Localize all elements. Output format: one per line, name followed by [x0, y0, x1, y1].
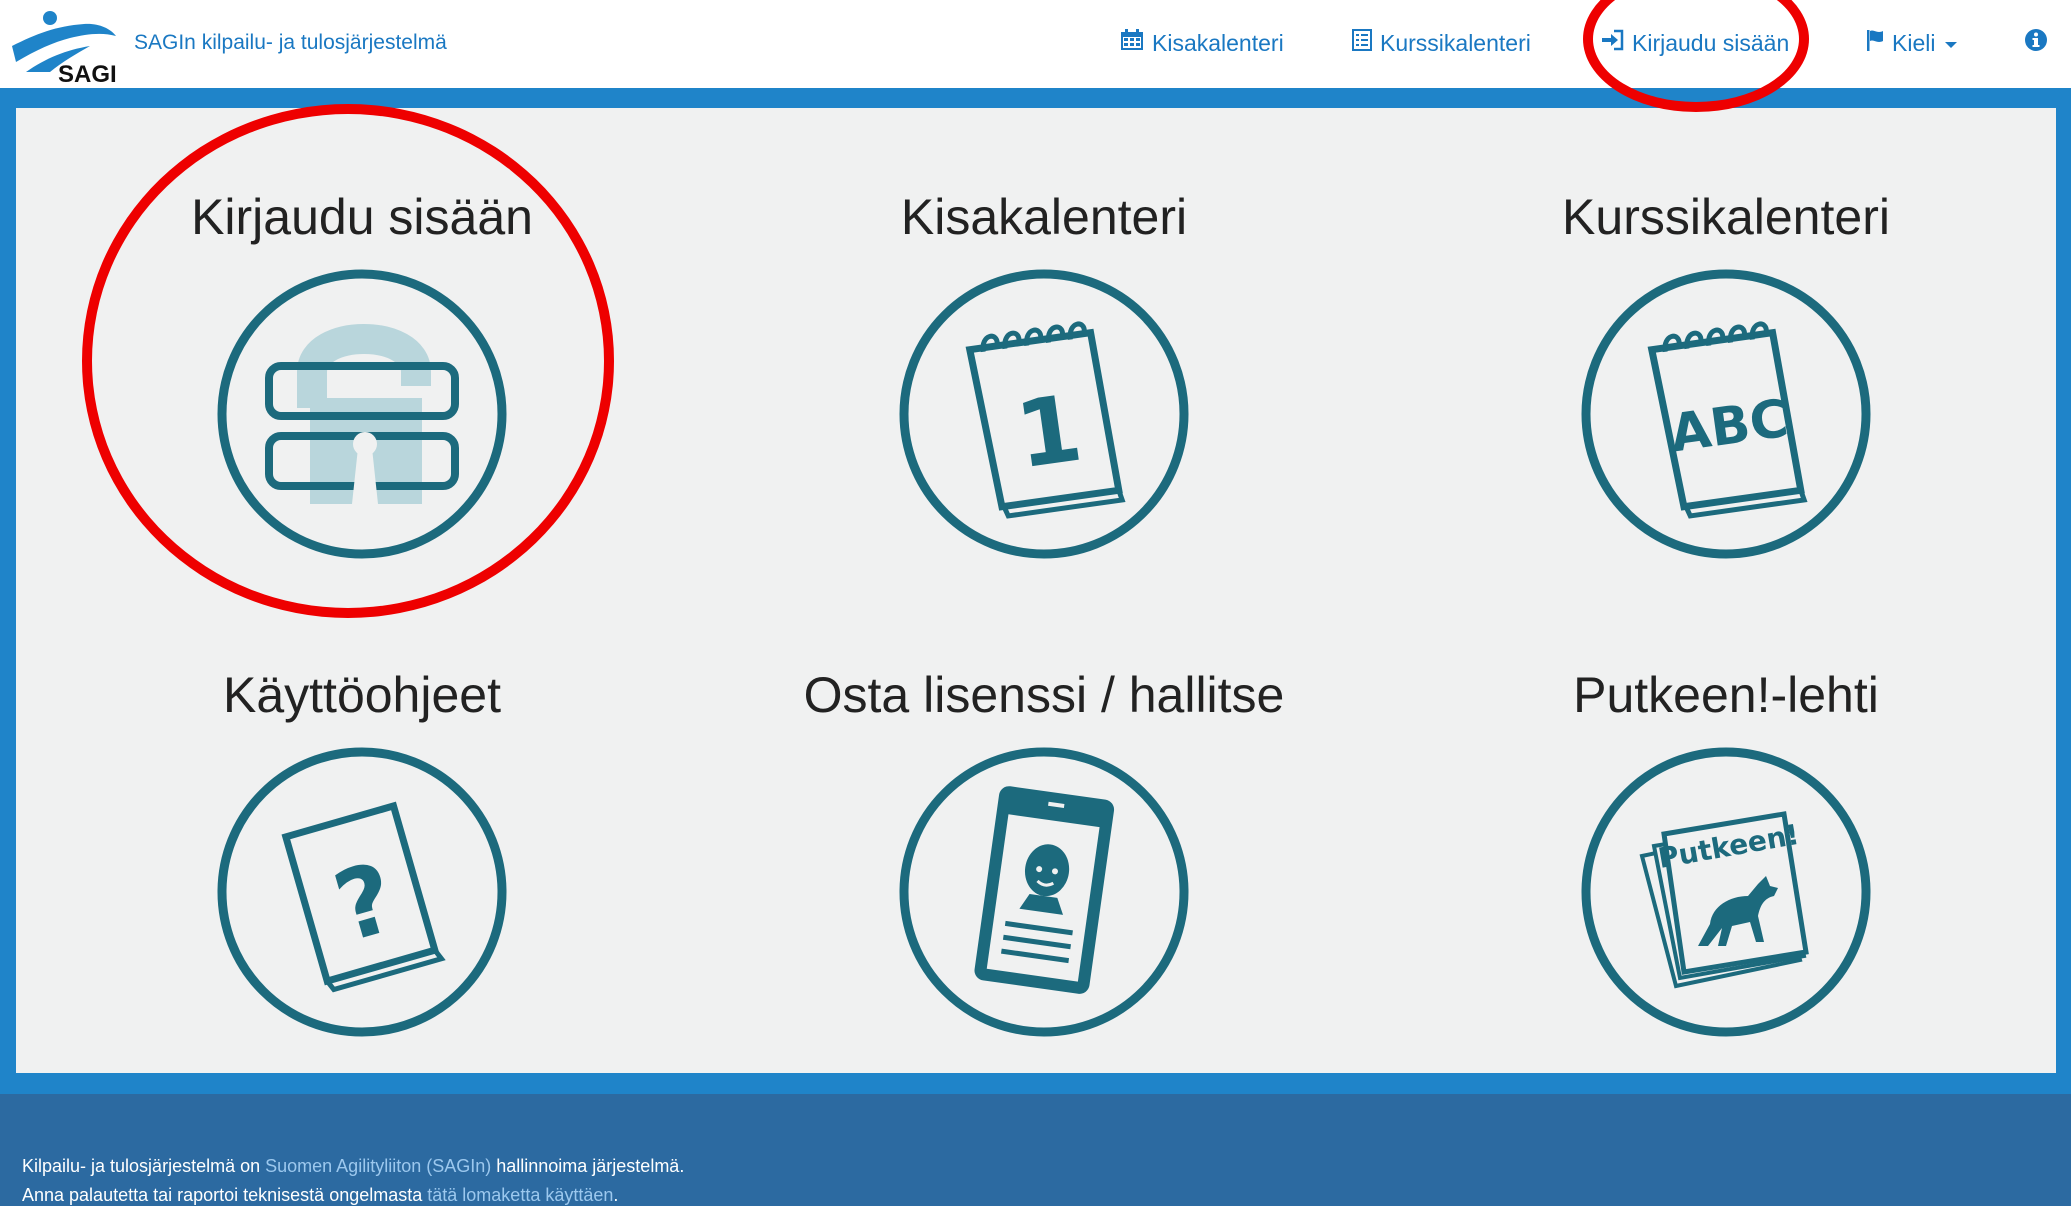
flag-icon — [1866, 29, 1884, 57]
nav-label: Kirjaudu sisään — [1632, 29, 1790, 56]
sagi-link[interactable]: Suomen Agilityliiton (SAGIn) — [265, 1156, 491, 1176]
calendar-abc-icon: ABC — [1580, 268, 1872, 560]
nav-label: Kieli — [1892, 29, 1936, 56]
tile-title: Kirjaudu sisään — [191, 189, 533, 245]
tile-putkeen-lehti[interactable]: Putkeen!-lehti Putkeen! — [1426, 666, 2026, 1086]
calendar-icon — [1120, 29, 1144, 57]
tile-title: Kisakalenteri — [900, 189, 1188, 245]
padlock-icon — [216, 268, 508, 560]
id-card-icon — [898, 746, 1190, 1038]
nav-kisakalenteri[interactable]: Kisakalenteri — [1120, 26, 1284, 60]
nav-kieli-dropdown[interactable]: Kieli — [1866, 26, 1958, 60]
svg-text:SAGI: SAGI — [58, 61, 117, 86]
svg-text:1: 1 — [1010, 375, 1088, 490]
nav-label: Kurssikalenteri — [1380, 29, 1531, 56]
tile-kirjaudu-sisaan[interactable]: Kirjaudu sisään — [62, 188, 662, 608]
footer-line-1: Kilpailu- ja tulosjärjestelmä on Suomen … — [22, 1156, 685, 1176]
svg-text:?: ? — [323, 841, 407, 964]
tile-osta-lisenssi[interactable]: Osta lisenssi / hallitse — [744, 666, 1344, 1086]
tile-title: Kurssikalenteri — [1562, 189, 1890, 245]
list-icon — [1352, 29, 1372, 57]
tile-title: Putkeen!-lehti — [1573, 667, 1879, 723]
footer: Kilpailu- ja tulosjärjestelmä on Suomen … — [0, 1094, 2071, 1206]
footer-line-2: Anna palautetta tai raportoi teknisestä … — [22, 1185, 619, 1205]
chevron-down-icon — [1945, 41, 1958, 48]
calendar-1-icon: 1 — [898, 268, 1190, 560]
svg-text:ABC: ABC — [1667, 389, 1792, 465]
feedback-form-link[interactable]: tätä lomaketta käyttäen — [427, 1185, 613, 1205]
tile-kisakalenteri[interactable]: Kisakalenteri 1 — [744, 188, 1344, 608]
nav-label: Kisakalenteri — [1152, 29, 1284, 56]
brand-title[interactable]: SAGIn kilpailu- ja tulosjärjestelmä — [134, 31, 447, 55]
tile-title: Osta lisenssi / hallitse — [803, 667, 1285, 723]
help-book-icon: ? — [216, 746, 508, 1038]
main-panel: Kirjaudu sisään Kisakalenteri 1 Kurssika… — [16, 108, 2056, 1073]
top-navbar: SAGI SAGIn kilpailu- ja tulosjärjestelmä… — [0, 0, 2071, 88]
tile-title: Käyttöohjeet — [223, 667, 501, 723]
magazine-icon: Putkeen! — [1580, 746, 1872, 1038]
info-icon — [2024, 28, 2048, 58]
brand[interactable]: SAGI SAGIn kilpailu- ja tulosjärjestelmä — [6, 6, 447, 86]
nav-kurssikalenteri[interactable]: Kurssikalenteri — [1352, 26, 1531, 60]
tile-kurssikalenteri[interactable]: Kurssikalenteri ABC — [1426, 188, 2026, 608]
info-button[interactable] — [2024, 26, 2048, 60]
tile-kayttoohjeet[interactable]: Käyttöohjeet ? — [62, 666, 662, 1086]
sign-in-icon — [1600, 29, 1624, 57]
nav-kirjaudu-sisaan[interactable]: Kirjaudu sisään — [1600, 26, 1789, 60]
sagi-logo[interactable]: SAGI — [6, 6, 124, 86]
